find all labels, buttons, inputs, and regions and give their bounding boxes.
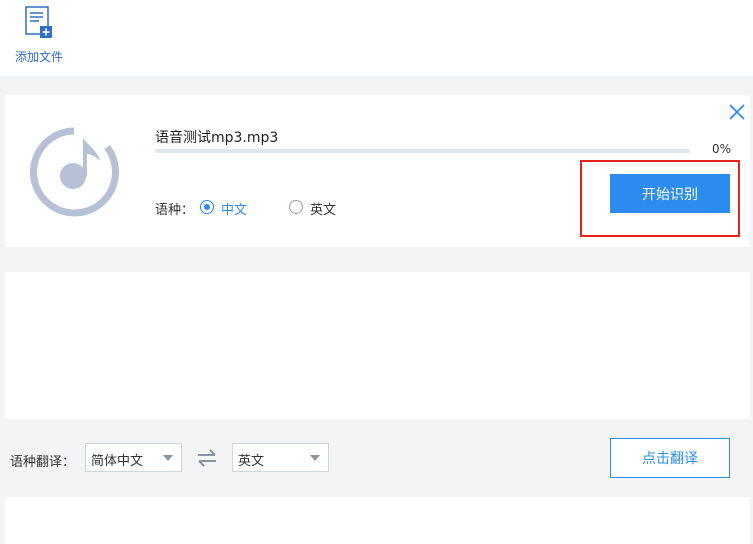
- start-recognition-button[interactable]: 开始识别: [610, 174, 730, 213]
- translate-button[interactable]: 点击翻译: [610, 438, 730, 478]
- add-file-label: 添加文件: [14, 50, 63, 64]
- progress-bar: [155, 149, 690, 153]
- language-label: 语种：: [155, 203, 195, 218]
- add-file-button[interactable]: 添加文件: [10, 4, 68, 66]
- radio-english-label: 英文: [310, 203, 337, 218]
- radio-chinese-indicator: [200, 200, 214, 214]
- translate-language-label: 语种翻译：: [10, 455, 76, 470]
- radio-chinese[interactable]: 中文: [200, 199, 255, 218]
- recognition-result-panel[interactable]: [5, 272, 750, 419]
- toolbar: 添加文件: [0, 0, 753, 76]
- caret-down-icon: [163, 455, 173, 461]
- source-language-value: 简体中文: [91, 454, 144, 469]
- target-language-select[interactable]: 英文: [232, 443, 329, 472]
- file-name: 语音测试mp3.mp3: [155, 130, 279, 146]
- source-language-select[interactable]: 简体中文: [85, 443, 182, 472]
- translation-output-panel[interactable]: [5, 497, 750, 544]
- add-file-icon: [25, 6, 55, 40]
- caret-down-icon: [310, 455, 320, 461]
- radio-english[interactable]: 英文: [289, 199, 344, 218]
- progress-text: 0%: [712, 142, 732, 156]
- radio-chinese-label: 中文: [221, 203, 248, 218]
- music-note-icon: [27, 125, 121, 219]
- close-icon[interactable]: [727, 102, 747, 122]
- swap-icon[interactable]: [196, 448, 218, 468]
- radio-english-indicator: [289, 200, 303, 214]
- target-language-value: 英文: [238, 454, 265, 469]
- file-card: 语音测试mp3.mp3 0% 语种： 中文 英文 开始识别: [5, 95, 750, 247]
